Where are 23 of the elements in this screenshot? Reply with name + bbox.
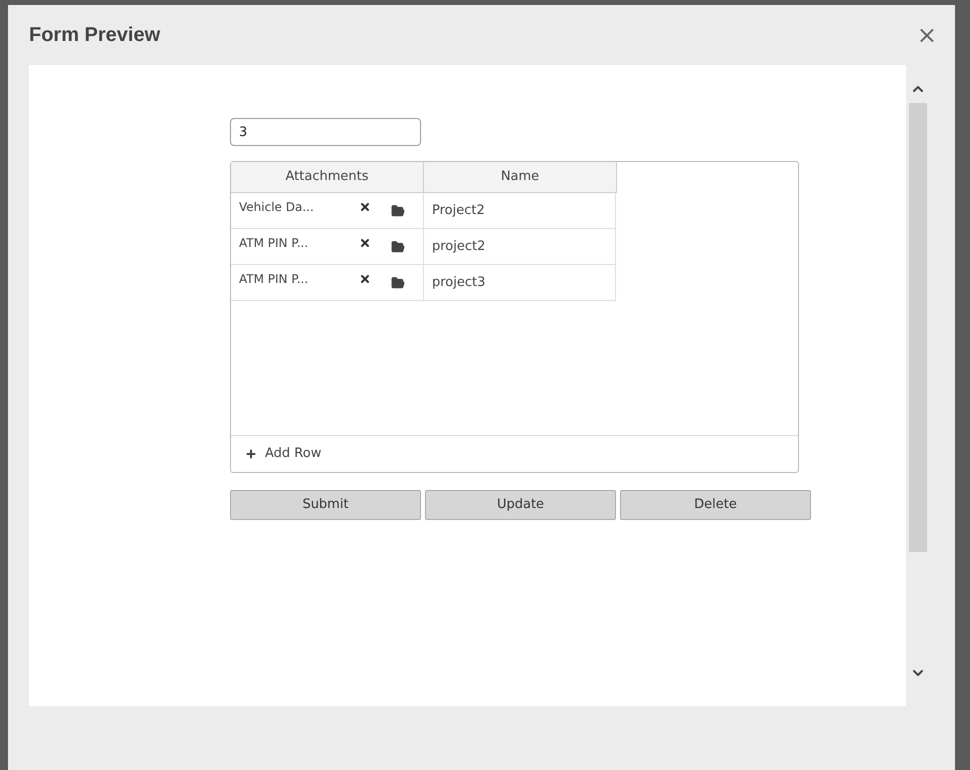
table-cell-text: Project2 [432, 202, 485, 220]
folder-icon[interactable] [391, 204, 405, 218]
table-cell-text: project3 [432, 274, 486, 292]
folder-icon[interactable] [391, 240, 405, 254]
input-field[interactable]: 3 [230, 118, 421, 146]
column-header: Name [424, 162, 617, 193]
scrollbar-thumb[interactable] [909, 103, 927, 552]
table-cell-text: Vehicle Da... [239, 199, 315, 216]
action-button[interactable]: Submit [230, 490, 421, 520]
table-cell-text: project2 [432, 238, 486, 256]
folder-icon[interactable] [391, 276, 405, 290]
column-header: Attachments [231, 162, 424, 193]
table-cell-text: ATM PIN P... [239, 235, 310, 252]
action-button[interactable]: Update [425, 490, 616, 520]
plus-icon [245, 448, 257, 460]
table-cell-text: ATM PIN P... [239, 271, 310, 288]
add-row-button[interactable]: Add Row [231, 435, 798, 472]
close-button[interactable]: × [916, 23, 937, 47]
remove-icon[interactable] [359, 237, 371, 249]
remove-icon[interactable] [359, 273, 371, 285]
dialog-title: Form Preview [29, 23, 160, 48]
remove-icon[interactable] [359, 201, 371, 213]
action-button[interactable]: Delete [620, 490, 811, 520]
